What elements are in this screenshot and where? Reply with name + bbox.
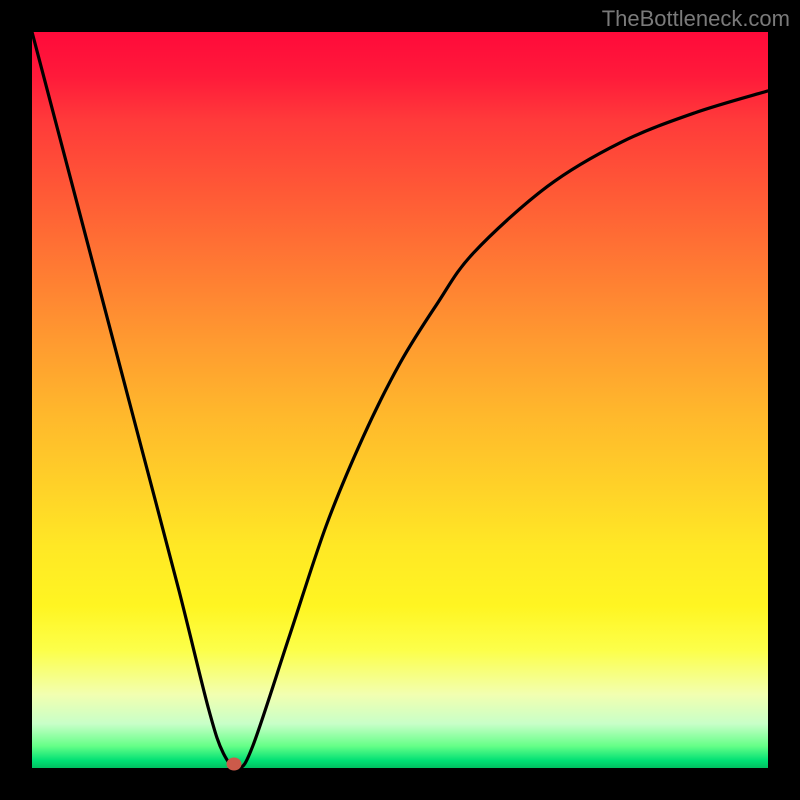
- chart-frame: TheBottleneck.com: [0, 0, 800, 800]
- plot-area: [32, 32, 768, 768]
- optimum-marker: [227, 758, 242, 771]
- bottleneck-curve: [32, 32, 768, 768]
- watermark-text: TheBottleneck.com: [602, 6, 790, 32]
- curve-path: [32, 32, 768, 768]
